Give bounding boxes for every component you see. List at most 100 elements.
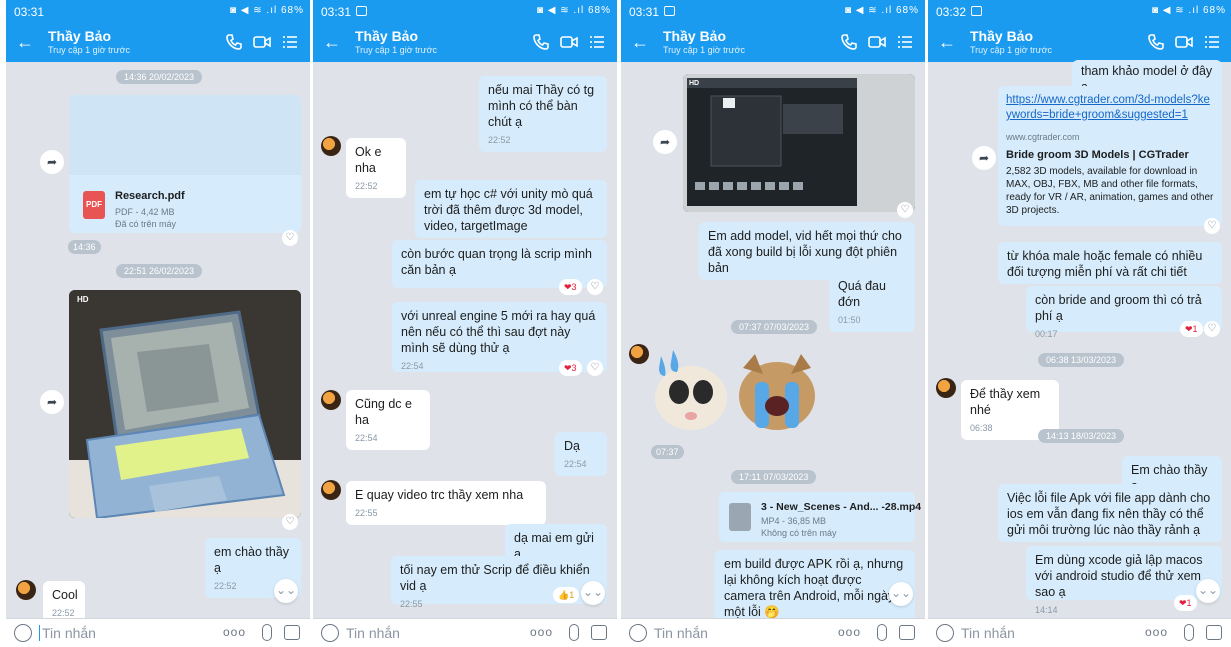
share-icon[interactable]: ➦ (40, 390, 64, 414)
contact-name[interactable]: Thầy Bảo (970, 28, 1033, 44)
phone-icon[interactable] (839, 32, 859, 52)
menu-list-icon[interactable] (1202, 32, 1222, 52)
received-message[interactable]: Cũng dc e ha 22:54 (346, 390, 430, 450)
contact-avatar[interactable] (16, 580, 36, 600)
sent-message[interactable]: Em dùng xcode giả lập macos với android … (1026, 546, 1222, 615)
back-arrow-icon[interactable]: ← (323, 32, 341, 53)
contact-name[interactable]: Thầy Bảo (48, 28, 111, 44)
message-time: 01:50 (838, 315, 861, 325)
sent-message[interactable]: em tự học c# với unity mò quá trời đã th… (415, 180, 607, 238)
phone-icon[interactable] (224, 32, 244, 52)
heart-icon[interactable]: ♡ (897, 202, 913, 218)
heart-icon[interactable]: ♡ (587, 279, 603, 295)
share-icon[interactable]: ➦ (40, 150, 64, 174)
phone-icon[interactable] (531, 32, 551, 52)
contact-name[interactable]: Thầy Bảo (663, 28, 726, 44)
image-picker-icon[interactable] (899, 625, 915, 640)
message-input[interactable]: Tin nhắn (42, 625, 96, 641)
link-title[interactable]: Bride groom 3D Models | CGTrader (1006, 147, 1214, 163)
sent-message[interactable]: Dạ 22:54 (555, 432, 607, 476)
message-list[interactable]: 14:36 20/02/2023 PDF Research.pdf PDF - … (6, 62, 310, 625)
sent-message[interactable]: Việc lỗi file Apk với file app dành cho … (998, 484, 1222, 542)
message-list[interactable]: tham khảo model ở đây ạ https://www.cgtr… (928, 60, 1231, 618)
menu-list-icon[interactable] (587, 32, 607, 52)
contact-name[interactable]: Thầy Bảo (355, 28, 418, 44)
scroll-down-button[interactable]: ⌄⌄ (889, 582, 913, 606)
emoji-icon[interactable] (629, 624, 647, 642)
back-arrow-icon[interactable]: ← (631, 32, 649, 53)
microphone-icon[interactable] (569, 624, 579, 641)
reaction-badge[interactable]: ❤1 (1180, 321, 1203, 337)
shared-link[interactable]: https://www.cgtrader.com/3d-models?keywo… (1006, 93, 1214, 123)
menu-list-icon[interactable] (280, 32, 300, 52)
more-options-icon[interactable]: ooo (223, 625, 246, 639)
scroll-down-button[interactable]: ⌄⌄ (274, 579, 298, 603)
scroll-down-button[interactable]: ⌄⌄ (581, 581, 605, 605)
microphone-icon[interactable] (262, 624, 272, 641)
microphone-icon[interactable] (877, 624, 887, 641)
received-message[interactable]: E quay video trc thầy xem nha 22:55 (346, 481, 546, 525)
hd-label: HD (77, 295, 89, 304)
screen-photo[interactable]: HD (683, 74, 915, 212)
more-options-icon[interactable]: ooo (838, 625, 861, 639)
monitor-image: HD (683, 74, 915, 212)
status-bar: 03:31 ◙ ◀ ≋ .ıl 68% (313, 0, 617, 24)
image-picker-icon[interactable] (284, 625, 300, 640)
phone-icon[interactable] (1146, 32, 1166, 52)
sent-message[interactable]: nếu mai Thầy có tg mình có thể bàn chút … (479, 76, 607, 152)
share-icon[interactable]: ➦ (653, 130, 677, 154)
emoji-icon[interactable] (14, 624, 32, 642)
image-picker-icon[interactable] (1206, 625, 1222, 640)
reaction-badge[interactable]: 👍1 (553, 587, 580, 603)
heart-icon[interactable]: ♡ (282, 230, 298, 246)
message-input[interactable]: Tin nhắn (961, 625, 1015, 641)
more-options-icon[interactable]: ooo (530, 625, 553, 639)
microphone-icon[interactable] (1184, 624, 1194, 641)
contact-status: Truy cập 1 giờ trước (48, 45, 131, 55)
scroll-down-button[interactable]: ⌄⌄ (1196, 579, 1220, 603)
video-file-message[interactable]: 3 - New_Scenes - And... -28.mp4 MP4 - 36… (719, 492, 921, 542)
sent-message[interactable]: em build được APK rồi ạ, nhưng lại không… (715, 550, 915, 624)
chat-header: ← Thầy Bảo Truy cập 1 giờ trước (928, 24, 1231, 62)
reaction-badge[interactable]: ❤1 (1174, 595, 1197, 611)
received-message[interactable]: Ok e nha 22:52 (346, 138, 406, 198)
back-arrow-icon[interactable]: ← (938, 32, 956, 53)
message-list[interactable]: HD ➦ ♡ Em add model, vid hết mọi thứ cho… (621, 62, 925, 624)
more-options-icon[interactable]: ooo (1145, 625, 1168, 639)
file-preview (69, 95, 301, 175)
emoji-icon[interactable] (321, 624, 339, 642)
sent-message[interactable]: Quá đau đớn 01:50 (829, 272, 915, 332)
message-text: Em dùng xcode giả lập macos với android … (1035, 553, 1203, 599)
crying-cat-stickers[interactable] (651, 346, 821, 440)
back-arrow-icon[interactable]: ← (16, 32, 34, 53)
heart-icon[interactable]: ♡ (1204, 321, 1220, 337)
menu-list-icon[interactable] (895, 32, 915, 52)
sent-message[interactable]: từ khóa male hoặc female có nhiều đối tư… (998, 242, 1222, 284)
emoji-icon[interactable] (936, 624, 954, 642)
contact-avatar[interactable] (321, 480, 341, 500)
image-picker-icon[interactable] (591, 625, 607, 640)
contact-avatar[interactable] (936, 378, 956, 398)
message-input[interactable]: Tin nhắn (654, 625, 708, 641)
file-message[interactable]: PDF Research.pdf PDF - 4,42 MB Đã có trê… (69, 95, 301, 233)
heart-icon[interactable]: ♡ (587, 360, 603, 376)
contact-avatar[interactable] (321, 390, 341, 410)
reaction-badge[interactable]: ❤3 (559, 279, 582, 295)
video-call-icon[interactable] (559, 32, 579, 52)
reaction-badge[interactable]: ❤3 (559, 360, 582, 376)
link-preview-message[interactable]: https://www.cgtrader.com/3d-models?keywo… (998, 86, 1222, 226)
message-input[interactable]: Tin nhắn (346, 625, 400, 641)
contact-avatar[interactable] (629, 344, 649, 364)
gallery-notification-icon (971, 6, 982, 16)
message-list[interactable]: nếu mai Thầy có tg mình có thể bàn chút … (313, 62, 617, 618)
contact-avatar[interactable] (321, 136, 341, 156)
video-call-icon[interactable] (867, 32, 887, 52)
share-icon[interactable]: ➦ (972, 146, 996, 170)
status-bar: 03:31 ◙ ◀ ≋ .ıl 68% (621, 0, 925, 24)
heart-icon[interactable]: ♡ (282, 514, 298, 530)
video-call-icon[interactable] (252, 32, 272, 52)
heart-icon[interactable]: ♡ (1204, 218, 1220, 234)
laptop-photo[interactable]: HD (69, 290, 301, 518)
status-time: 03:31 (629, 5, 660, 19)
video-call-icon[interactable] (1174, 32, 1194, 52)
